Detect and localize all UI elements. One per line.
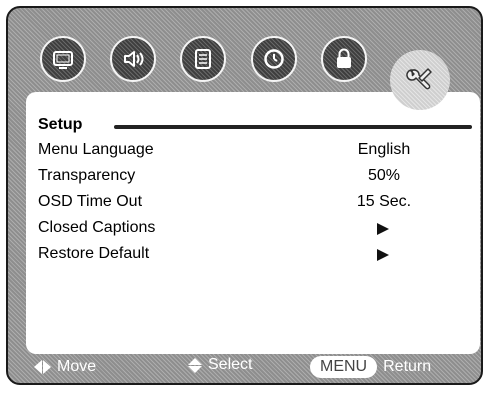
tv-screen-icon — [49, 45, 77, 73]
move-hint: Move — [34, 358, 96, 376]
menu-tab-bar — [8, 8, 481, 110]
submenu-arrow-icon — [377, 223, 389, 235]
menu-key-badge: MENU — [310, 356, 378, 378]
tab-setup[interactable] — [390, 50, 450, 110]
menu-item-label: Restore Default — [38, 245, 150, 262]
submenu-arrow-icon — [377, 249, 389, 261]
menu-item-label: OSD Time Out — [38, 193, 143, 210]
setup-menu-list: Menu Language English Transparency 50% O… — [26, 138, 480, 268]
up-down-arrows-icon — [188, 357, 202, 373]
menu-item-label: Transparency — [38, 167, 136, 184]
menu-item-label: Menu Language — [38, 141, 154, 158]
tab-picture[interactable] — [40, 36, 86, 82]
menu-item-transparency[interactable]: Transparency 50% — [26, 164, 480, 190]
menu-item-label: Closed Captions — [38, 219, 156, 236]
menu-item-osd-time-out[interactable]: OSD Time Out 15 Sec. — [26, 190, 480, 216]
menu-item-menu-language[interactable]: Menu Language English — [26, 138, 480, 164]
tab-lock[interactable] — [321, 36, 367, 82]
tab-time[interactable] — [251, 36, 297, 82]
title-divider — [114, 125, 472, 129]
menu-item-restore-default[interactable]: Restore Default — [26, 242, 480, 268]
key-hint-bar: Move Select MENU Return — [8, 348, 481, 383]
menu-item-value: 50% — [367, 167, 401, 184]
move-hint-label: Move — [57, 358, 97, 375]
osd-menu-frame: Setup Menu Language English Transparency… — [6, 6, 483, 385]
wrench-icon — [401, 61, 439, 99]
tab-audio[interactable] — [110, 36, 156, 82]
menu-item-value: 15 Sec. — [356, 193, 412, 210]
clock-icon — [260, 45, 288, 73]
menu-item-value: English — [357, 141, 411, 158]
setup-panel: Setup Menu Language English Transparency… — [26, 92, 480, 354]
menu-item-closed-captions[interactable]: Closed Captions — [26, 216, 480, 242]
lock-icon — [330, 45, 358, 73]
speaker-icon — [119, 45, 147, 73]
return-hint: MENU Return — [310, 356, 431, 378]
document-icon — [189, 45, 217, 73]
page-title: Setup — [38, 116, 83, 133]
select-hint-label: Select — [208, 356, 253, 373]
return-hint-label: Return — [383, 358, 432, 375]
select-hint: Select — [188, 356, 252, 374]
left-right-arrows-icon — [34, 360, 51, 374]
tab-channel[interactable] — [180, 36, 226, 82]
